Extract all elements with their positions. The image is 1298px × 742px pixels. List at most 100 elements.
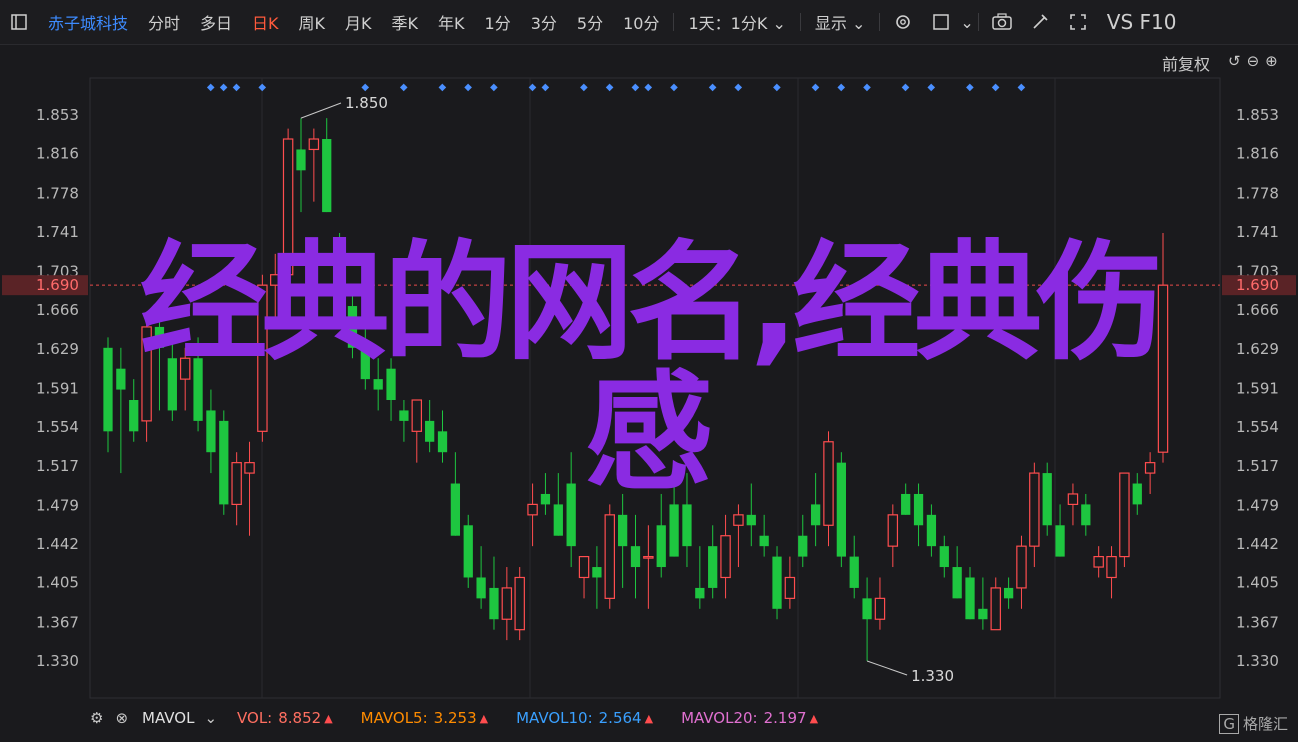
- up-arrow-icon: ▲: [809, 711, 819, 725]
- tab-period-4[interactable]: 月K: [335, 10, 382, 34]
- stock-name[interactable]: 赤子城科技: [38, 10, 138, 34]
- y-tick-left: 1.853: [36, 106, 79, 124]
- up-arrow-icon: ▲: [644, 711, 654, 725]
- signal-dot: ◆: [644, 82, 652, 93]
- tab-period-8[interactable]: 3分: [521, 10, 567, 34]
- candle-body: [322, 139, 332, 213]
- candle-body: [514, 576, 525, 631]
- up-arrow-icon: ▲: [324, 711, 333, 725]
- sidebar-toggle-icon[interactable]: [8, 11, 30, 33]
- vol-label: VOL:: [237, 709, 273, 727]
- mavol5-label: MAVOL5:: [360, 709, 428, 727]
- candle-body: [887, 514, 899, 547]
- close-icon[interactable]: ⊗: [115, 709, 128, 727]
- tab-period-5[interactable]: 季K: [382, 10, 429, 34]
- gear-icon[interactable]: [892, 11, 914, 33]
- divider: [977, 13, 979, 31]
- candle-body: [1003, 587, 1014, 599]
- y-tick-right: 1.442: [1236, 535, 1279, 553]
- candle-body: [798, 535, 808, 557]
- candle-body: [913, 493, 924, 526]
- signal-dot: ◆: [258, 82, 266, 93]
- candle-body: [1106, 556, 1117, 579]
- signal-dot: ◆: [812, 82, 820, 93]
- candle-body: [643, 556, 654, 559]
- vs-f10-button[interactable]: VS F10: [1097, 10, 1187, 34]
- candle-body: [618, 514, 628, 547]
- candle-body: [759, 535, 769, 547]
- tab-period-2[interactable]: 日K: [242, 10, 289, 34]
- candle-body: [501, 587, 513, 620]
- signal-dot: ◆: [902, 82, 910, 93]
- signal-dot: ◆: [220, 82, 228, 93]
- signal-dot: ◆: [837, 82, 845, 93]
- mavol10-label: MAVOL10:: [516, 709, 593, 727]
- signal-dot: ◆: [207, 82, 215, 93]
- fullscreen-icon[interactable]: [1067, 11, 1089, 33]
- signal-dot: ◆: [670, 82, 678, 93]
- y-tick-left: 1.479: [36, 496, 79, 514]
- signal-dot: ◆: [1017, 82, 1025, 93]
- y-tick-right: 1.741: [1236, 223, 1279, 241]
- candle-body: [1081, 504, 1091, 526]
- display-select[interactable]: 显示 ⌄: [805, 10, 876, 34]
- candle-body: [682, 504, 692, 547]
- candle-body: [746, 514, 756, 526]
- edit-icon[interactable]: [1029, 11, 1051, 33]
- candle-body: [784, 576, 796, 599]
- candle-body: [604, 514, 616, 599]
- tab-period-7[interactable]: 1分: [475, 10, 521, 34]
- chevron-down-icon[interactable]: ⌄: [204, 709, 217, 727]
- tab-period-6[interactable]: 年K: [428, 10, 475, 34]
- y-tick-right: 1.405: [1236, 574, 1279, 592]
- candle-body: [862, 598, 872, 620]
- annotation-line-low: [866, 660, 908, 676]
- tab-period-1[interactable]: 多日: [190, 10, 242, 34]
- candle-body: [592, 567, 602, 578]
- mavol20-label: MAVOL20:: [681, 709, 758, 727]
- square-select-icon[interactable]: [930, 11, 952, 33]
- y-tick-right: 1.367: [1236, 613, 1279, 631]
- gear-icon[interactable]: ⚙: [90, 709, 103, 727]
- signal-dot: ◆: [233, 82, 241, 93]
- overlay-line-2: 感: [584, 359, 713, 508]
- display-label: 显示: [814, 14, 847, 33]
- watermark-text: 格隆汇: [1242, 715, 1288, 733]
- y-tick-right: 1.816: [1236, 145, 1279, 163]
- vol-value: 8.852: [278, 709, 322, 727]
- tab-period-3[interactable]: 周K: [289, 10, 336, 34]
- candle-body: [527, 503, 538, 516]
- range-select[interactable]: 1天：1分K ⌄: [678, 10, 795, 34]
- candle-body: [296, 149, 306, 171]
- tab-period-9[interactable]: 5分: [567, 10, 613, 34]
- signal-dot: ◆: [992, 82, 1000, 93]
- chevron-down-icon: ⌄: [851, 14, 866, 33]
- candle-body: [308, 138, 320, 151]
- signal-dot: ◆: [361, 82, 369, 93]
- tab-period-10[interactable]: 10分: [613, 10, 669, 34]
- chevron-down-icon[interactable]: ⌄: [960, 13, 973, 32]
- candle-body: [476, 577, 486, 599]
- candle-body: [708, 546, 718, 588]
- candle-body: [578, 556, 590, 579]
- candle-body: [874, 597, 886, 620]
- candle-body: [695, 587, 705, 599]
- divider: [799, 13, 801, 31]
- candle-body: [1093, 556, 1104, 568]
- signal-dot: ◆: [580, 82, 588, 93]
- tab-period-0[interactable]: 分时: [138, 10, 190, 34]
- mavol5-value: 3.253: [433, 709, 477, 727]
- candle-body: [489, 587, 499, 620]
- y-tick-left: 1.330: [36, 652, 79, 670]
- annotation-high: 1.850: [345, 94, 388, 112]
- y-tick-left: 1.778: [36, 184, 79, 202]
- mavol-label[interactable]: MAVOL: [142, 709, 194, 727]
- y-tick-right: 1.853: [1236, 106, 1279, 124]
- candle-body: [669, 504, 679, 557]
- candle-body: [849, 556, 859, 588]
- signal-dot: ◆: [490, 82, 498, 93]
- y-tick-right: 1.778: [1236, 184, 1279, 202]
- candle-body: [939, 546, 949, 568]
- camera-icon[interactable]: [991, 11, 1013, 33]
- y-tick-left: 1.741: [36, 223, 79, 241]
